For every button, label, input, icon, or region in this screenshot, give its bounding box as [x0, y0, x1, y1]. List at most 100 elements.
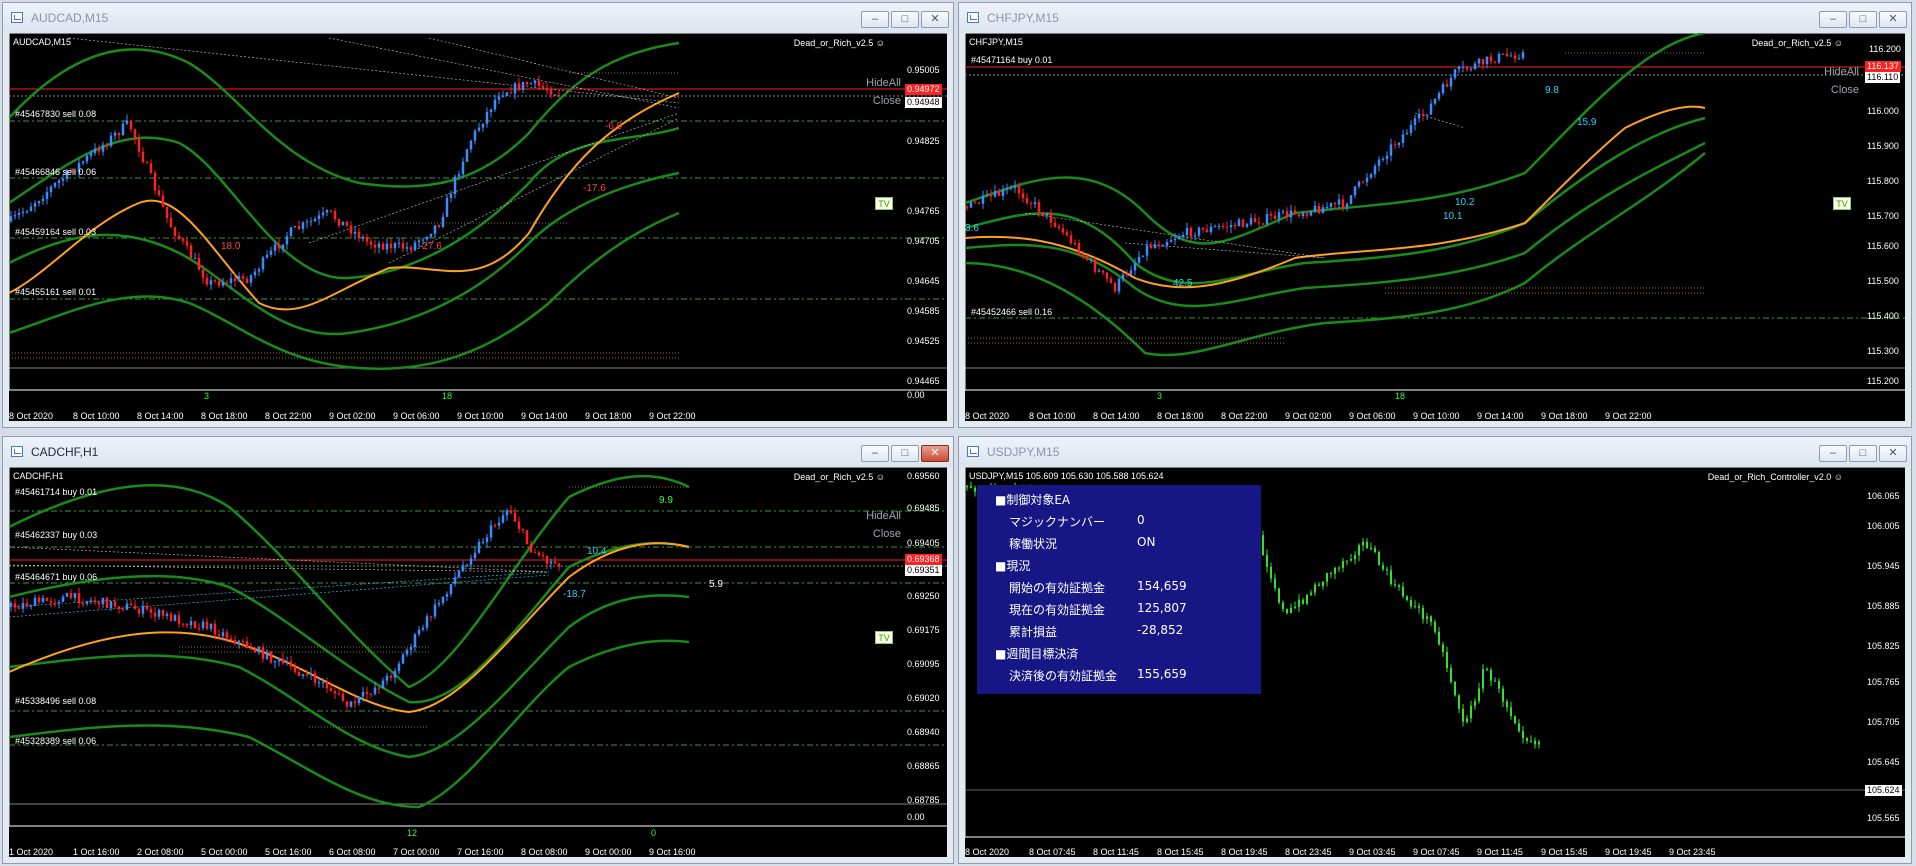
candle-body: [1422, 607, 1424, 619]
close-button[interactable]: ✕: [1879, 11, 1907, 28]
panel-heading: ■現況: [995, 559, 1031, 573]
price-chart[interactable]: CADCHF,H1 Dead_or_Rich_v2.5 ☺ HideAll Cl…: [9, 467, 947, 857]
window-titlebar[interactable]: USDJPY,M15 – □ ✕: [959, 437, 1911, 467]
candle-body: [33, 597, 37, 607]
candle-body: [1205, 229, 1209, 233]
close-orders-button[interactable]: Close: [1831, 84, 1859, 96]
candle-body: [1049, 212, 1053, 223]
candle-body: [25, 211, 29, 213]
maximize-button[interactable]: □: [1849, 11, 1877, 28]
price-axis-tick: 116.200: [1869, 44, 1901, 54]
current-price-tag: 0.69368: [905, 554, 942, 565]
candle-body: [1449, 77, 1453, 87]
candle-body: [153, 612, 157, 617]
candle-body: [1237, 219, 1241, 227]
time-axis-tick: 8 Oct 08:00: [521, 847, 568, 857]
candle-body: [209, 280, 213, 285]
maximize-button[interactable]: □: [891, 445, 919, 462]
candle-body: [101, 144, 105, 152]
price-chart[interactable]: AUDCAD,M15 Dead_or_Rich_v2.5 ☺ HideAll C…: [9, 33, 947, 421]
candle-body: [41, 198, 45, 202]
candle-body: [509, 510, 513, 513]
close-orders-button[interactable]: Close: [873, 95, 901, 107]
candle-body: [1458, 695, 1460, 709]
candle-body: [501, 515, 505, 523]
candle-body: [209, 623, 213, 629]
price-axis-tick: 105.945: [1867, 561, 1900, 571]
candle-body: [1277, 212, 1281, 220]
time-axis-tick: 8 Oct 22:00: [265, 411, 312, 421]
candle-body: [1490, 669, 1492, 681]
candle-body: [181, 238, 185, 242]
profit-annotation: 10.1: [1443, 211, 1463, 222]
close-button[interactable]: ✕: [1879, 445, 1907, 462]
candle-body: [973, 201, 977, 203]
candle-body: [457, 174, 461, 177]
candle-body: [421, 627, 425, 630]
candle-body: [989, 194, 993, 197]
price-axis-tick: 105.885: [1867, 601, 1900, 611]
chart-window-cadchf[interactable]: CADCHF,H1 – □ ✕ CADCHF,H1 Dead_or_Rich_v…: [2, 436, 954, 864]
tv-button[interactable]: TV: [875, 631, 893, 644]
window-titlebar[interactable]: CHFJPY,M15 – □ ✕: [959, 3, 1911, 33]
candle-body: [201, 269, 205, 278]
chart-canvas: [9, 467, 947, 827]
candle-body: [401, 242, 405, 249]
candle-body: [369, 241, 373, 245]
candle-body: [445, 197, 449, 217]
close-orders-button[interactable]: Close: [873, 528, 901, 540]
minimize-button[interactable]: –: [1819, 11, 1847, 28]
price-chart[interactable]: USDJPY,M15 105.609 105.630 105.588 105.6…: [965, 467, 1905, 857]
candle-body: [269, 651, 273, 663]
candle-body: [1505, 53, 1509, 57]
candle-body: [1229, 224, 1233, 228]
hideall-button[interactable]: HideAll: [866, 77, 901, 89]
candle-body: [265, 254, 269, 258]
candle-body: [409, 646, 413, 650]
candle-body: [1041, 212, 1045, 216]
hideall-button[interactable]: HideAll: [1824, 66, 1859, 78]
hideall-button[interactable]: HideAll: [866, 510, 901, 522]
candle-body: [1385, 155, 1389, 160]
maximize-button[interactable]: □: [891, 11, 919, 28]
window-titlebar[interactable]: AUDCAD,M15 – □ ✕: [3, 3, 953, 33]
candle-body: [125, 120, 129, 124]
candle-body: [245, 278, 249, 283]
chart-window-icon: [967, 12, 979, 23]
candle-body: [393, 243, 397, 249]
candle-body: [397, 663, 401, 672]
candle-body: [417, 629, 421, 635]
maximize-button[interactable]: □: [1849, 445, 1877, 462]
price-chart[interactable]: CHFJPY,M15 Dead_or_Rich_v2.5 ☺ HideAll C…: [965, 33, 1905, 421]
candle-body: [405, 649, 409, 655]
expert-advisor-label: Dead_or_Rich_v2.5 ☺: [793, 38, 885, 48]
minimize-button[interactable]: –: [861, 445, 889, 462]
chart-symbol-label: AUDCAD,M15: [13, 37, 72, 47]
minimize-button[interactable]: –: [1819, 445, 1847, 462]
tv-button[interactable]: TV: [1833, 197, 1851, 210]
candle-body: [65, 593, 69, 597]
tv-button[interactable]: TV: [875, 197, 893, 210]
time-axis: 8 Oct 2020 8 Oct 10:00 8 Oct 14:00 8 Oct…: [9, 411, 909, 421]
candle-body: [1409, 124, 1413, 133]
candle-body: [1233, 224, 1237, 227]
candle-body: [545, 87, 549, 91]
candle-body: [509, 92, 513, 94]
candle-body: [17, 607, 21, 609]
chart-window-audcad[interactable]: AUDCAD,M15 – □ ✕ AUDCAD,M15 Dead_or_Rich…: [2, 2, 954, 428]
candle-body: [1481, 59, 1485, 65]
minimize-button[interactable]: –: [861, 11, 889, 28]
chart-window-usdjpy[interactable]: USDJPY,M15 – □ ✕ USDJPY,M15 105.609 105.…: [958, 436, 1912, 864]
candle-body: [285, 236, 289, 245]
close-button[interactable]: ✕: [921, 11, 949, 28]
candle-body: [201, 621, 205, 629]
time-axis-tick: 7 Oct 00:00: [393, 847, 440, 857]
operation-status-label: 稼働状況: [1009, 537, 1058, 551]
close-button[interactable]: ✕: [921, 445, 949, 462]
price-axis-tick: 105.565: [1867, 813, 1900, 823]
time-axis-tick: 8 Oct 22:00: [1221, 411, 1268, 421]
candle-body: [221, 632, 225, 637]
candle-body: [1265, 213, 1269, 224]
window-titlebar[interactable]: CADCHF,H1 – □ ✕: [3, 437, 953, 467]
chart-window-chfjpy[interactable]: CHFJPY,M15 – □ ✕ CHFJPY,M15 Dead_or_Rich…: [958, 2, 1912, 428]
